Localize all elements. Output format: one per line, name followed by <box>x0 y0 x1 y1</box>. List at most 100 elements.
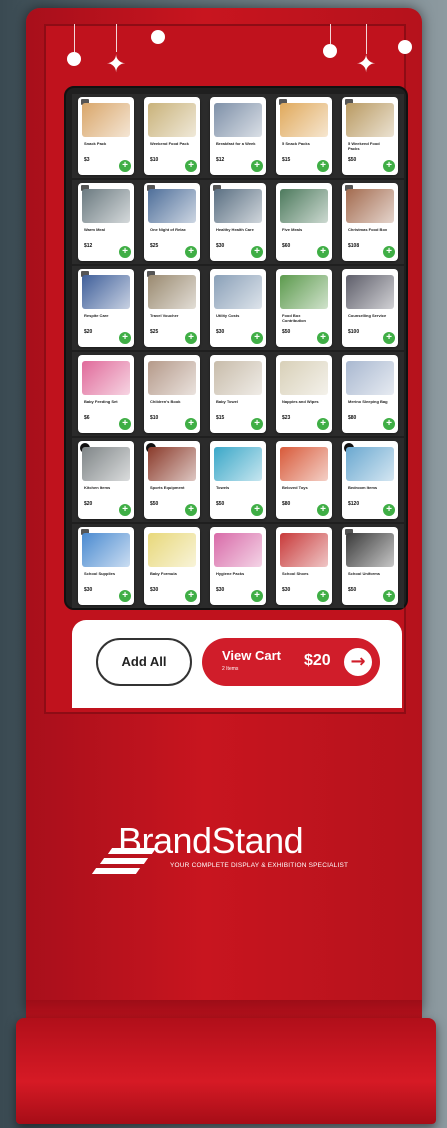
ornament-ball-icon <box>323 44 337 58</box>
add-to-cart-plus-icon[interactable]: + <box>185 418 197 430</box>
product-image <box>214 189 262 223</box>
add-to-cart-plus-icon[interactable]: + <box>383 590 395 602</box>
add-to-cart-plus-icon[interactable]: + <box>251 246 263 258</box>
product-name: Warm Meal <box>84 227 105 232</box>
product-card[interactable]: Warm Meal $12 + <box>78 183 134 261</box>
product-card[interactable]: One Night of Relax $25 + <box>144 183 200 261</box>
product-image <box>346 447 394 481</box>
star-icon: ✦ <box>106 50 127 78</box>
add-to-cart-plus-icon[interactable]: + <box>317 160 329 172</box>
arrow-right-icon[interactable]: → <box>342 646 374 678</box>
product-name: Kitchen Items <box>84 485 111 490</box>
add-to-cart-plus-icon[interactable]: + <box>383 504 395 516</box>
product-card[interactable]: Respite Care $20 + <box>78 269 134 347</box>
product-card[interactable]: Snack Pack $3 + <box>78 97 134 175</box>
product-card[interactable]: Kitchen Items $20 + <box>78 441 134 519</box>
product-name: Hygiene Packs <box>216 571 245 576</box>
product-name: Baby Towel <box>216 399 238 404</box>
product-card[interactable]: Utility Costs $30 + <box>210 269 266 347</box>
add-to-cart-plus-icon[interactable]: + <box>251 418 263 430</box>
add-all-button[interactable]: Add All <box>96 638 192 686</box>
add-to-cart-plus-icon[interactable]: + <box>185 332 197 344</box>
product-image <box>148 103 196 137</box>
add-to-cart-plus-icon[interactable]: + <box>251 590 263 602</box>
view-cart-button[interactable]: View Cart 2 Items $20 → <box>202 638 380 686</box>
product-card[interactable]: Baby Towel $15 + <box>210 355 266 433</box>
product-price: $50 <box>216 501 225 507</box>
product-card[interactable]: Towels $50 + <box>210 441 266 519</box>
product-price: $20 <box>84 329 93 335</box>
add-to-cart-plus-icon[interactable]: + <box>317 418 329 430</box>
add-to-cart-plus-icon[interactable]: + <box>317 590 329 602</box>
product-name: Towels <box>216 485 230 490</box>
kiosk-base <box>16 1018 436 1124</box>
product-card[interactable]: 5 Weekend Food Packs $50 + <box>342 97 398 175</box>
add-to-cart-plus-icon[interactable]: + <box>185 160 197 172</box>
product-price: $100 <box>348 329 360 335</box>
product-name: Travel Voucher <box>150 313 179 318</box>
product-card[interactable]: School Supplies $30 + <box>78 527 134 605</box>
add-to-cart-plus-icon[interactable]: + <box>119 504 131 516</box>
add-to-cart-plus-icon[interactable]: + <box>317 504 329 516</box>
add-to-cart-plus-icon[interactable]: + <box>251 504 263 516</box>
product-price: $12 <box>216 157 225 163</box>
product-image <box>346 533 394 567</box>
product-price: $30 <box>216 243 225 249</box>
product-card[interactable]: Sports Equipment $50 + <box>144 441 200 519</box>
product-row: Snack Pack $3 + Weekend Food Pack $10 + Breakf… <box>72 94 404 178</box>
product-card[interactable]: School Uniforms $50 + <box>342 527 398 605</box>
product-card[interactable]: Beloved Toys $80 + <box>276 441 332 519</box>
add-to-cart-plus-icon[interactable]: + <box>119 160 131 172</box>
product-name: Food Box Contribution <box>282 313 306 323</box>
add-to-cart-plus-icon[interactable]: + <box>119 246 131 258</box>
add-to-cart-plus-icon[interactable]: + <box>251 160 263 172</box>
add-to-cart-plus-icon[interactable]: + <box>251 332 263 344</box>
product-price: $80 <box>348 415 357 421</box>
product-image <box>214 361 262 395</box>
add-to-cart-plus-icon[interactable]: + <box>317 246 329 258</box>
product-card[interactable]: Weekend Food Pack $10 + <box>144 97 200 175</box>
product-card[interactable]: Bedroom Items $120 + <box>342 441 398 519</box>
product-card[interactable]: Baby Feeding Set $6 + <box>78 355 134 433</box>
add-to-cart-plus-icon[interactable]: + <box>119 590 131 602</box>
product-image <box>148 189 196 223</box>
product-card[interactable]: Nappies and Wipes $23 + <box>276 355 332 433</box>
product-price: $10 <box>150 415 159 421</box>
add-to-cart-plus-icon[interactable]: + <box>317 332 329 344</box>
product-price: $23 <box>282 415 291 421</box>
product-card[interactable]: Healthy Health Care $30 + <box>210 183 266 261</box>
product-card[interactable]: Hygiene Packs $30 + <box>210 527 266 605</box>
add-to-cart-plus-icon[interactable]: + <box>185 504 197 516</box>
add-to-cart-plus-icon[interactable]: + <box>383 160 395 172</box>
product-price: $6 <box>84 415 90 421</box>
product-card[interactable]: Counselling Service $100 + <box>342 269 398 347</box>
product-image <box>148 533 196 567</box>
product-name: Children's Book <box>150 399 181 404</box>
product-card[interactable]: Five Meals $60 + <box>276 183 332 261</box>
product-card[interactable]: Christmas Food Box $108 + <box>342 183 398 261</box>
product-price: $10 <box>150 157 159 163</box>
add-to-cart-plus-icon[interactable]: + <box>383 332 395 344</box>
product-card[interactable]: Merino Sleeping Bag $80 + <box>342 355 398 433</box>
product-price: $3 <box>84 157 90 163</box>
add-to-cart-plus-icon[interactable]: + <box>185 590 197 602</box>
product-image <box>214 275 262 309</box>
add-to-cart-plus-icon[interactable]: + <box>119 332 131 344</box>
product-card[interactable]: Breakfast for a Week $12 + <box>210 97 266 175</box>
product-image <box>346 103 394 137</box>
add-to-cart-plus-icon[interactable]: + <box>185 246 197 258</box>
star-icon: ✦ <box>356 50 377 78</box>
product-image <box>82 533 130 567</box>
product-card[interactable]: School Shoes $30 + <box>276 527 332 605</box>
add-to-cart-plus-icon[interactable]: + <box>383 246 395 258</box>
product-card[interactable]: 5 Snack Packs $15 + <box>276 97 332 175</box>
product-row: Warm Meal $12 + One Night of Relax $25 + Healt… <box>72 180 404 264</box>
add-to-cart-plus-icon[interactable]: + <box>383 418 395 430</box>
product-card[interactable]: Baby Formula $30 + <box>144 527 200 605</box>
product-card[interactable]: Children's Book $10 + <box>144 355 200 433</box>
add-to-cart-plus-icon[interactable]: + <box>119 418 131 430</box>
product-card[interactable]: Food Box Contribution $50 + <box>276 269 332 347</box>
product-row: Respite Care $20 + Travel Voucher $25 + Utilit… <box>72 266 404 350</box>
ornament-string <box>116 24 117 52</box>
product-card[interactable]: Travel Voucher $25 + <box>144 269 200 347</box>
